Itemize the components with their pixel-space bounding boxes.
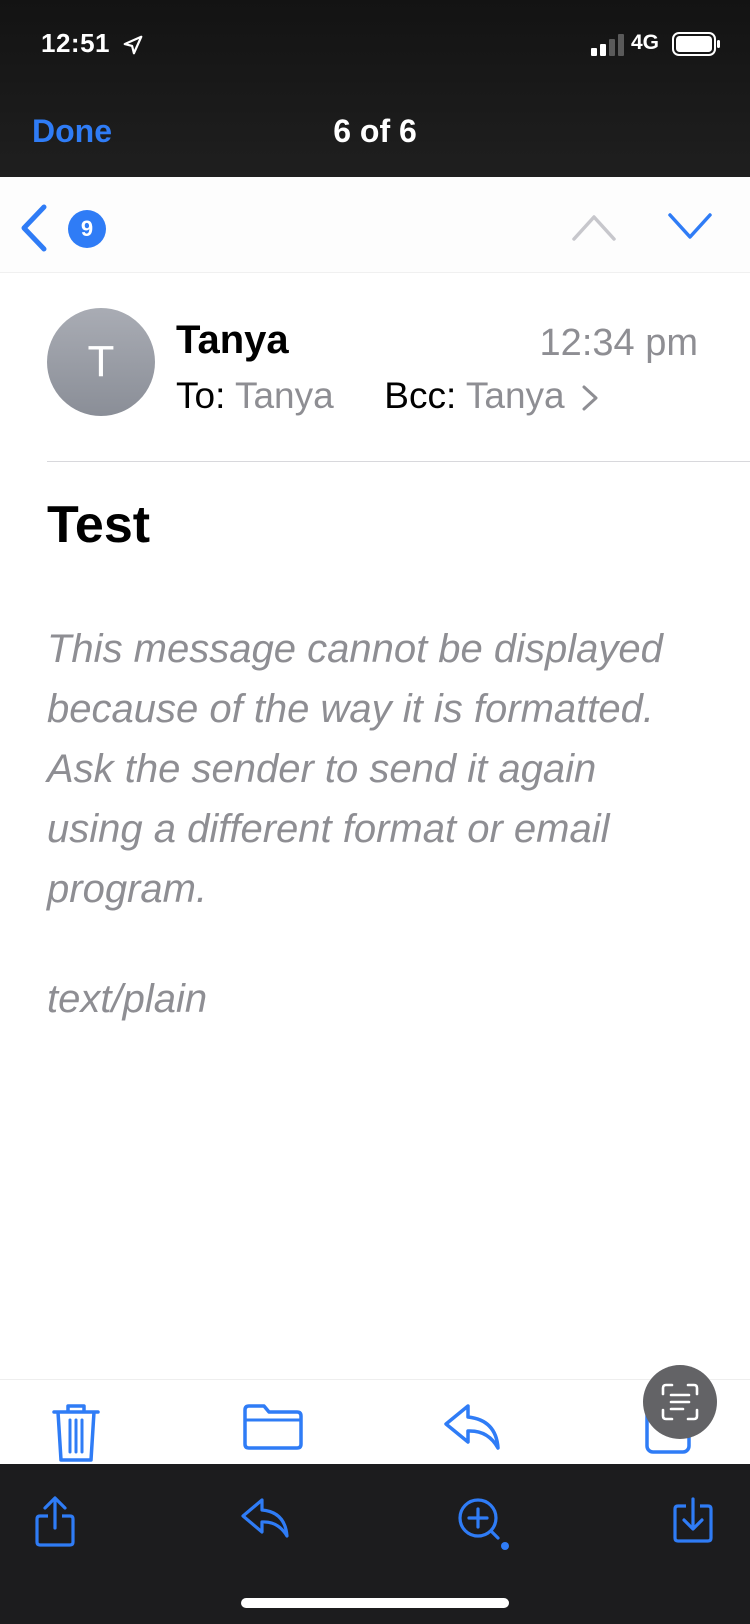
previous-message-chevron-icon[interactable] xyxy=(570,209,618,245)
text-scan-button[interactable] xyxy=(643,1365,717,1439)
bcc-label: Bcc: xyxy=(384,375,457,416)
reply-icon[interactable] xyxy=(442,1402,502,1452)
mail-view: 9 T Tanya 12:34 pm To: Tanya Bcc: Tanya … xyxy=(0,177,750,1380)
chevron-right-icon xyxy=(582,385,598,411)
back-chevron-icon[interactable] xyxy=(18,203,50,253)
mail-nav-bar: 9 xyxy=(0,177,750,273)
to-value: Tanya xyxy=(234,375,334,416)
sender-name: Tanya xyxy=(176,318,289,362)
done-button[interactable]: Done xyxy=(32,113,112,150)
zoom-icon[interactable] xyxy=(456,1496,512,1552)
save-icon[interactable] xyxy=(672,1496,714,1544)
folder-icon[interactable] xyxy=(242,1402,304,1452)
message-time: 12:34 pm xyxy=(539,322,698,364)
header-divider xyxy=(47,461,750,462)
unread-badge: 9 xyxy=(68,210,106,248)
mail-toolbar xyxy=(0,1380,750,1464)
battery-icon xyxy=(672,32,720,56)
sender-avatar: T xyxy=(47,308,155,416)
signal-icon xyxy=(591,34,624,56)
trash-icon[interactable] xyxy=(52,1402,100,1464)
network-type: 4G xyxy=(631,31,660,54)
viewer-header: 12:51 4G Done 6 of 6 xyxy=(0,0,750,177)
bcc-value: Tanya xyxy=(465,375,565,416)
reply-icon[interactable] xyxy=(240,1496,290,1540)
recipients-line[interactable]: To: Tanya Bcc: Tanya xyxy=(176,375,599,417)
text-scan-icon xyxy=(661,1383,699,1421)
home-indicator[interactable] xyxy=(241,1598,509,1608)
message-body: This message cannot be displayed because… xyxy=(47,627,663,911)
location-arrow-icon xyxy=(123,35,143,55)
viewer-bottom-toolbar xyxy=(0,1464,750,1624)
status-time: 12:51 xyxy=(41,28,110,58)
share-icon[interactable] xyxy=(34,1496,76,1548)
page-counter: 6 of 6 xyxy=(333,113,417,149)
next-message-chevron-icon[interactable] xyxy=(666,209,714,245)
to-label: To: xyxy=(176,375,226,416)
message-subject: Test xyxy=(47,496,151,554)
mime-type: text/plain xyxy=(47,977,208,1021)
